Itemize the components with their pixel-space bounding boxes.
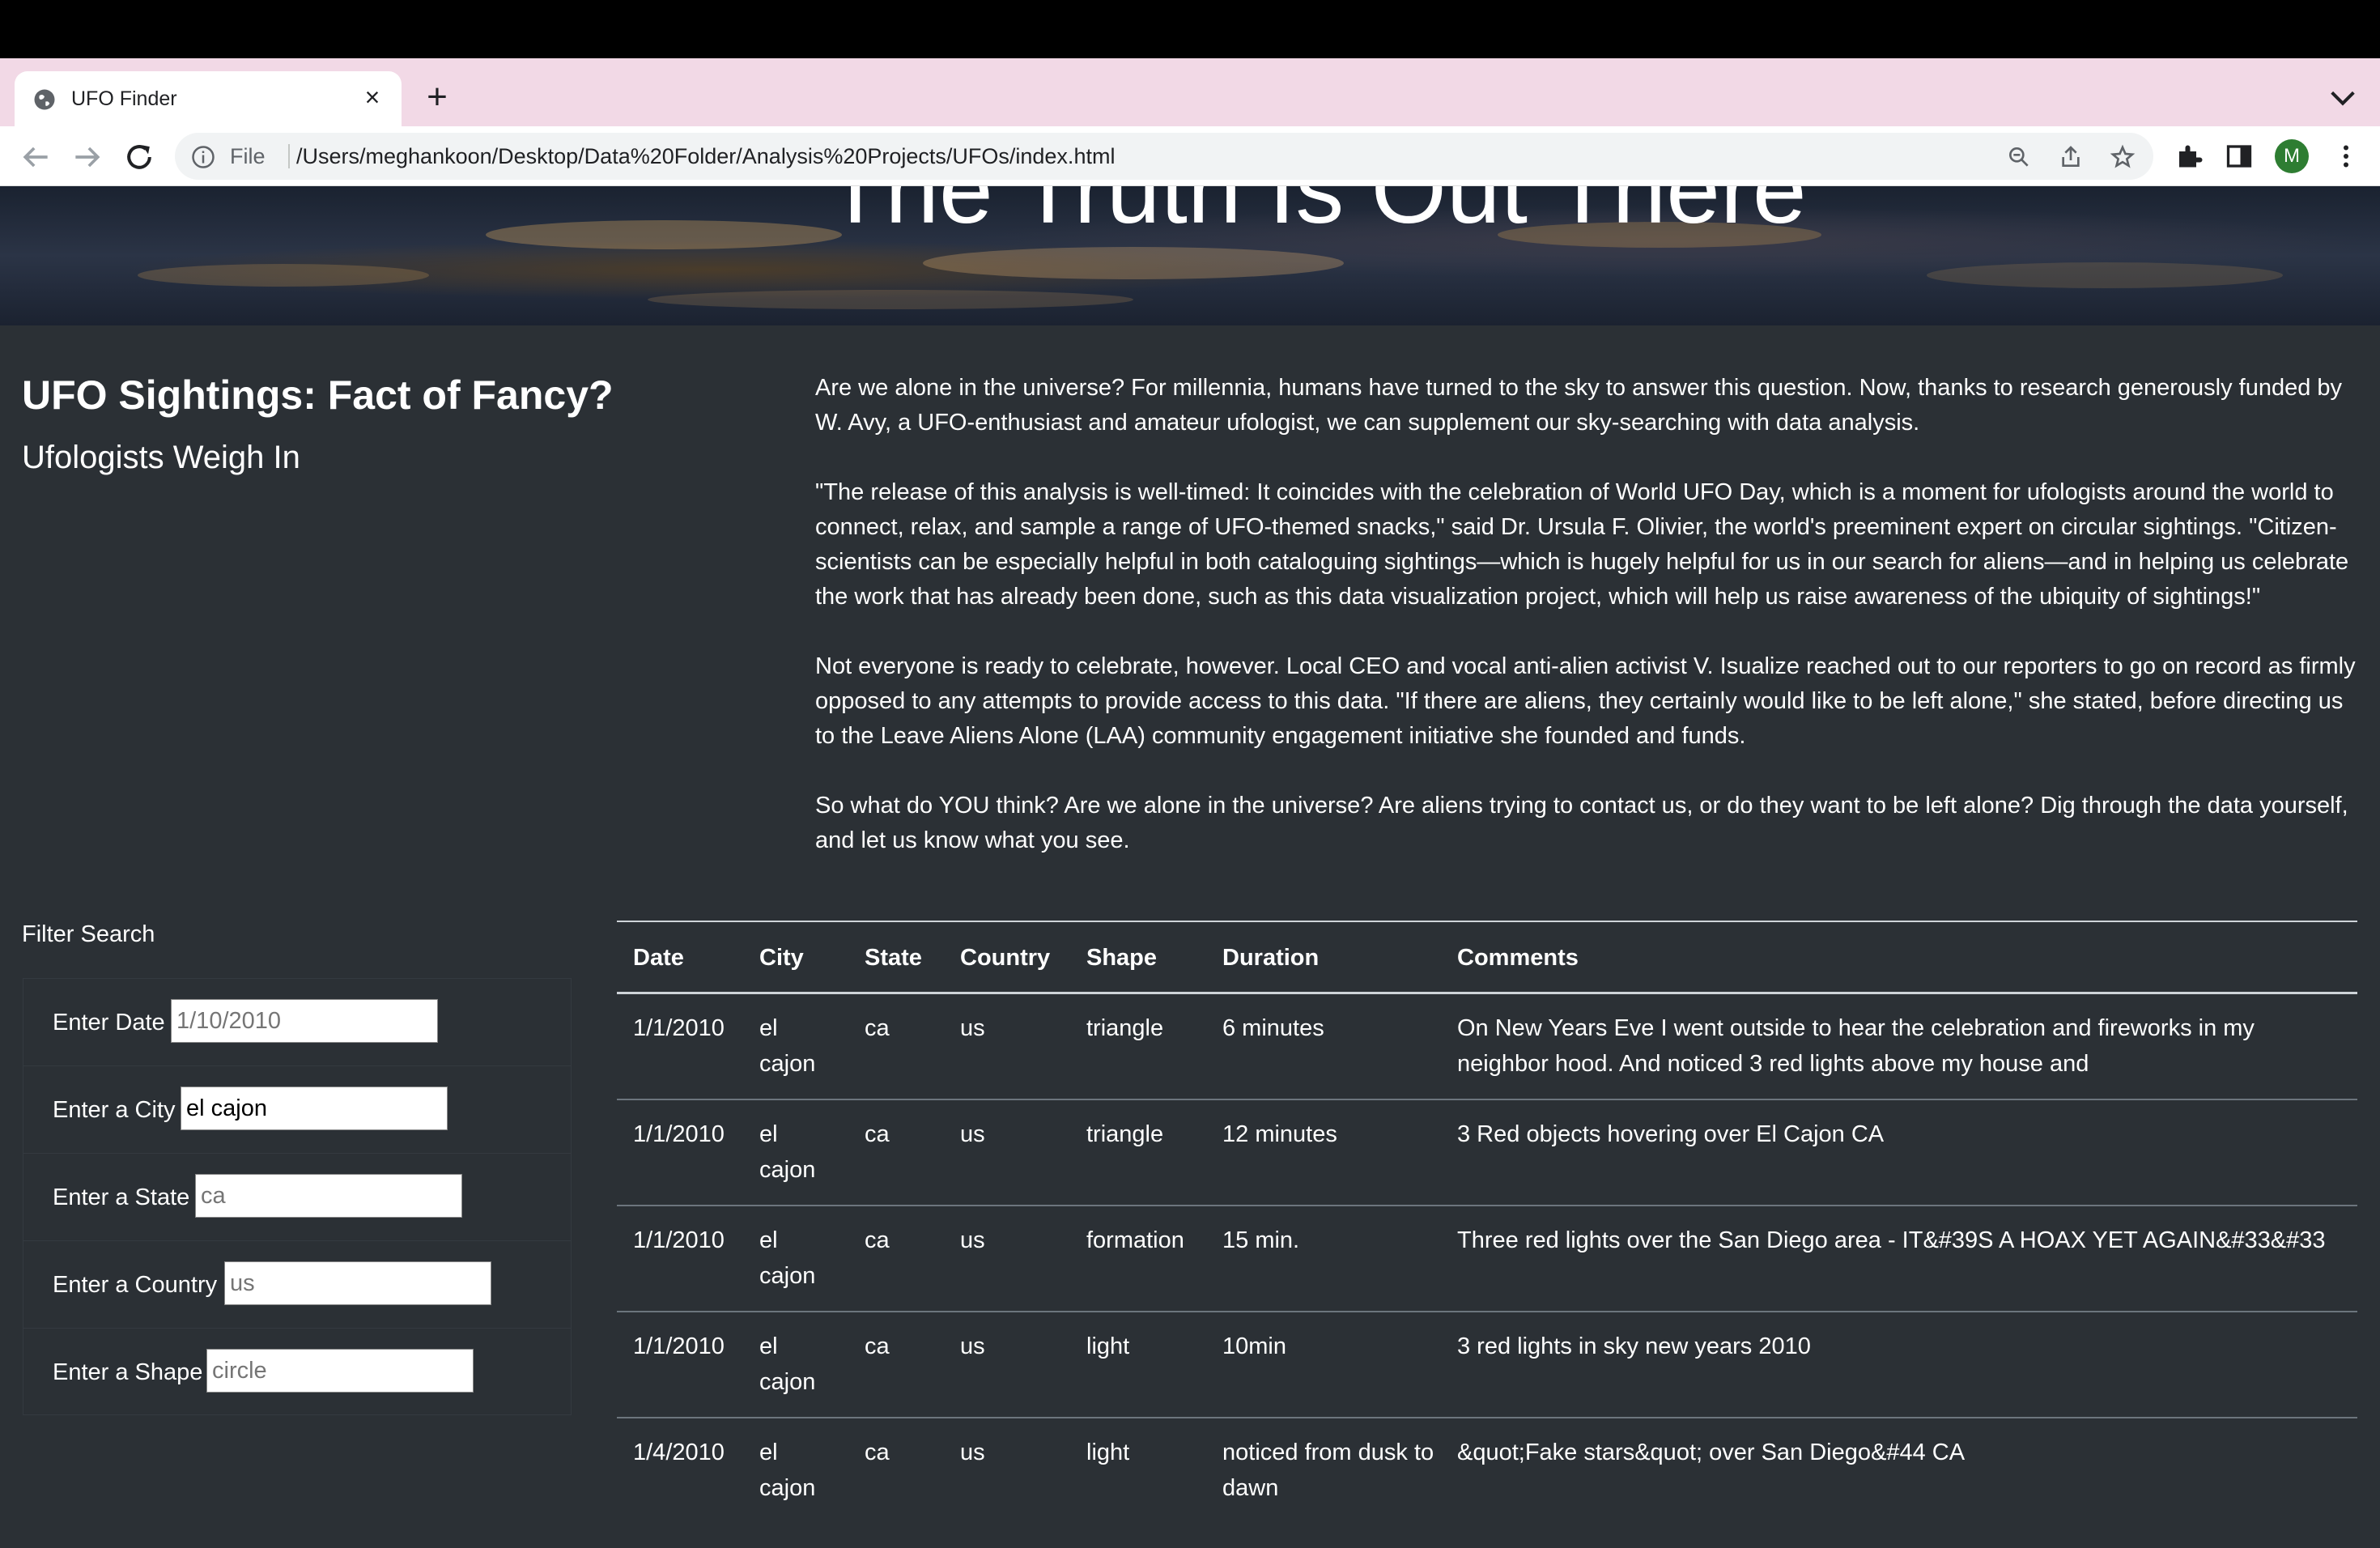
headline-sub: Ufologists Weigh In <box>22 440 300 475</box>
headline-main: UFO Sightings: Fact of Fancy? <box>22 372 614 418</box>
cell-shape: triangle <box>1086 1015 1164 1041</box>
cell-state: ca <box>865 1440 890 1465</box>
cell-state: ca <box>865 1227 890 1253</box>
cell-country: us <box>960 1015 985 1041</box>
state-input[interactable] <box>195 1174 462 1218</box>
filter-row-date: Enter Date <box>23 979 571 1066</box>
cell-date: 1/1/2010 <box>633 1121 725 1147</box>
back-arrow-icon[interactable] <box>18 139 53 175</box>
more-menu-icon[interactable] <box>2331 142 2361 171</box>
tab-strip: UFO Finder × + <box>0 58 2380 126</box>
tab-title: UFO Finder <box>71 87 177 110</box>
cell-comments: Three red lights over the San Diego area… <box>1457 1227 2326 1253</box>
zoom-icon[interactable] <box>2006 144 2032 170</box>
filter-row-city: Enter a City <box>23 1066 571 1154</box>
profile-avatar[interactable]: M <box>2275 139 2309 173</box>
info-icon[interactable] <box>191 145 215 169</box>
header-city: City <box>759 945 804 971</box>
article-paragraph: So what do YOU think? Are we alone in th… <box>815 793 2348 853</box>
header-shape: Shape <box>1086 945 1158 971</box>
cell-shape: triangle <box>1086 1121 1164 1147</box>
header-date: Date <box>633 945 684 971</box>
forward-arrow-icon[interactable] <box>70 139 105 175</box>
share-icon[interactable] <box>2058 144 2084 170</box>
date-label: Enter Date <box>53 1010 165 1036</box>
url-text[interactable]: /Users/meghankoon/Desktop/Data%20Folder/… <box>296 142 1115 170</box>
omnibox-divider <box>288 144 290 168</box>
cell-date: 1/1/2010 <box>633 1015 725 1041</box>
reload-icon[interactable] <box>121 139 157 175</box>
article-body: Are we alone in the universe? For millen… <box>815 371 2357 893</box>
table-row: 1/1/2010 el cajon ca us triangle 6 minut… <box>617 994 2357 1100</box>
cell-state: ca <box>865 1015 890 1041</box>
cell-city: el cajon <box>759 1227 816 1289</box>
cell-shape: formation <box>1086 1227 1184 1253</box>
cell-duration: 15 min. <box>1222 1227 1300 1253</box>
state-label: Enter a State <box>53 1184 190 1210</box>
hero-title: The Truth Is Out There <box>826 186 1807 244</box>
header-duration: Duration <box>1222 945 1320 971</box>
cell-duration: 6 minutes <box>1222 1015 1324 1041</box>
new-tab-icon[interactable]: + <box>421 79 453 115</box>
table-row: 1/4/2010 el cajon ca us light noticed fr… <box>617 1418 2357 1525</box>
cell-duration: 10min <box>1222 1333 1286 1359</box>
table-row: 1/1/2010 el cajon ca us light 10min 3 re… <box>617 1312 2357 1418</box>
side-panel-icon[interactable] <box>2225 142 2254 171</box>
cell-date: 1/1/2010 <box>633 1227 725 1253</box>
table-border <box>617 921 2357 922</box>
country-input[interactable] <box>224 1261 491 1305</box>
city-input[interactable] <box>181 1087 448 1130</box>
table-row: 1/1/2010 el cajon ca us formation 15 min… <box>617 1206 2357 1312</box>
cell-city: el cajon <box>759 1121 816 1183</box>
article-headline: UFO Sightings: Fact of Fancy? Ufologists… <box>22 369 750 491</box>
article-paragraph: "The release of this analysis is well-ti… <box>815 479 2349 610</box>
country-label: Enter a Country <box>53 1272 218 1298</box>
cell-country: us <box>960 1333 985 1359</box>
cell-date: 1/1/2010 <box>633 1333 725 1359</box>
cell-city: el cajon <box>759 1333 816 1395</box>
extensions-icon[interactable] <box>2174 142 2204 171</box>
address-bar[interactable]: File /Users/meghankoon/Desktop/Data%20Fo… <box>175 133 2153 180</box>
article-paragraph: Are we alone in the universe? For millen… <box>815 375 2343 436</box>
cell-city: el cajon <box>759 1440 816 1501</box>
header-comments: Comments <box>1457 945 1579 971</box>
hero-banner: The Truth Is Out There <box>0 186 2380 325</box>
os-menu-bar <box>0 0 2380 58</box>
filter-title: Filter Search <box>22 921 155 947</box>
cell-country: us <box>960 1227 985 1253</box>
cell-country: us <box>960 1440 985 1465</box>
filter-row-shape: Enter a Shape <box>23 1329 571 1416</box>
article-paragraph: Not everyone is ready to celebrate, howe… <box>815 653 2356 749</box>
filter-row-country: Enter a Country <box>23 1241 571 1329</box>
close-icon[interactable]: × <box>358 83 387 112</box>
cell-comments: 3 Red objects hovering over El Cajon CA <box>1457 1121 1885 1147</box>
shape-label: Enter a Shape <box>53 1359 203 1385</box>
date-input[interactable] <box>171 999 438 1043</box>
filter-row-state: Enter a State <box>23 1154 571 1241</box>
header-state: State <box>865 945 922 971</box>
shape-input[interactable] <box>206 1349 474 1393</box>
browser-toolbar: File /Users/meghankoon/Desktop/Data%20Fo… <box>0 126 2380 186</box>
cell-date: 1/4/2010 <box>633 1440 725 1465</box>
cell-comments: 3 red lights in sky new years 2010 <box>1457 1333 1811 1359</box>
globe-icon <box>34 89 55 110</box>
table-row: 1/1/2010 el cajon ca us triangle 12 minu… <box>617 1100 2357 1206</box>
cell-duration: 12 minutes <box>1222 1121 1337 1147</box>
city-label: Enter a City <box>53 1097 176 1123</box>
cell-comments: On New Years Eve I went outside to hear … <box>1457 1015 2255 1077</box>
cell-country: us <box>960 1121 985 1147</box>
file-scheme-label: File <box>230 144 266 168</box>
cell-comments: &quot;Fake stars&quot; over San Diego&#4… <box>1457 1440 1966 1465</box>
cell-state: ca <box>865 1121 890 1147</box>
cell-shape: light <box>1086 1440 1130 1465</box>
cell-state: ca <box>865 1333 890 1359</box>
chevron-down-icon[interactable] <box>2327 86 2359 110</box>
cell-shape: light <box>1086 1333 1130 1359</box>
bookmark-star-icon[interactable] <box>2110 144 2136 170</box>
header-country: Country <box>960 945 1051 971</box>
filter-panel: Enter Date Enter a City Enter a State En… <box>23 978 572 1415</box>
cell-duration: noticed from dusk to dawn <box>1222 1440 1434 1501</box>
browser-tab[interactable]: UFO Finder × <box>15 71 402 126</box>
cell-city: el cajon <box>759 1015 816 1077</box>
